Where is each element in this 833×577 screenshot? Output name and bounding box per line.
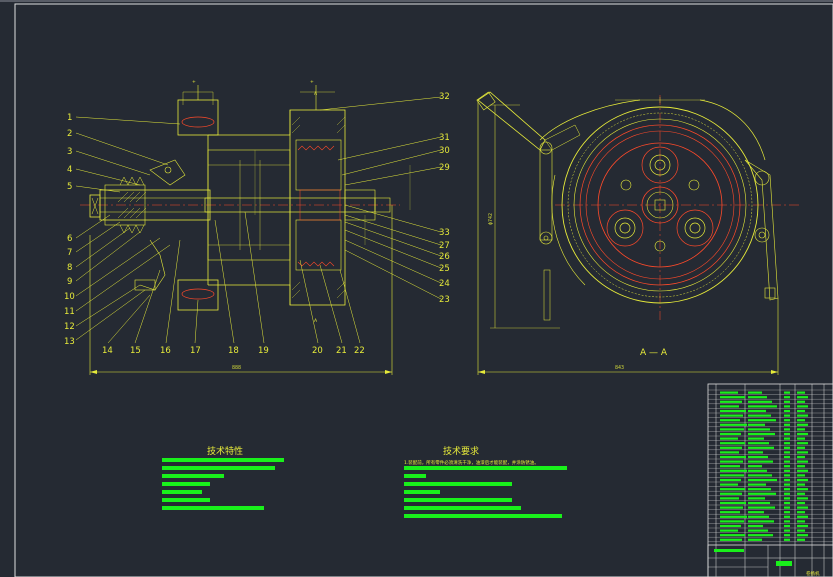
part-label: 8	[67, 263, 72, 273]
part-label: 23	[439, 295, 450, 305]
part-label: 31	[439, 133, 450, 143]
drawing-canvas: 888 + + A A 1 2 3 4 5 6 7 8 9 10 11 12 1…	[0, 0, 833, 577]
end-view: 843 ϕ742 A — A	[476, 91, 800, 375]
height-dim-right: ϕ742	[488, 213, 494, 225]
svg-text:+: +	[192, 79, 196, 85]
part-label: 26	[439, 252, 450, 262]
part-label: 11	[64, 307, 75, 317]
part-label: 9	[67, 277, 72, 287]
part-label: 16	[160, 346, 171, 356]
tech-req-line1: 1.装配前，所有零件必须清洗干净，油漆后才能装配，并涂防锈油。	[404, 459, 539, 466]
svg-text:+: +	[310, 79, 314, 85]
section-mark-bottom: A	[314, 318, 318, 324]
tech-req-block: 技术要求 1.装配前，所有零件必须清洗干净，油漆后才能装配，并涂防锈油。	[404, 445, 567, 518]
part-label: 17	[190, 346, 201, 356]
part-label: 5	[67, 182, 72, 192]
part-label: 1	[67, 113, 72, 123]
part-label: 2	[67, 129, 72, 139]
part-label: 12	[64, 322, 75, 332]
section-title: A — A	[640, 348, 668, 358]
part-label: 10	[64, 292, 75, 302]
parts-list-table: 卷扬机	[707, 383, 833, 577]
part-label: 13	[64, 337, 75, 347]
part-label: 3	[67, 147, 72, 157]
sectional-view: 888 + + A A 1 2 3 4 5 6 7 8 9 10 11 12 1…	[64, 79, 450, 375]
tech-spec-title: 技术特性	[207, 445, 243, 457]
part-label: 25	[439, 264, 450, 274]
part-label: 33	[439, 228, 450, 238]
title-block-name: 卷扬机	[806, 570, 820, 577]
part-label: 24	[439, 279, 450, 289]
part-label: 21	[336, 346, 347, 356]
part-label: 22	[354, 346, 365, 356]
tech-spec-block: 技术特性	[162, 445, 284, 510]
part-label: 20	[312, 346, 323, 356]
part-label: 29	[439, 163, 450, 173]
part-label: 19	[258, 346, 269, 356]
part-label: 18	[228, 346, 239, 356]
overall-dim-left: 888	[232, 365, 241, 371]
part-label: 7	[67, 248, 72, 258]
part-label: 32	[439, 92, 450, 102]
part-label: 30	[439, 146, 450, 156]
tech-req-title: 技术要求	[443, 445, 479, 457]
part-label: 27	[439, 241, 450, 251]
part-label: 15	[130, 346, 141, 356]
overall-dim-right: 843	[615, 365, 624, 371]
part-label: 4	[67, 165, 72, 175]
part-label: 14	[102, 346, 113, 356]
part-label: 6	[67, 234, 72, 244]
